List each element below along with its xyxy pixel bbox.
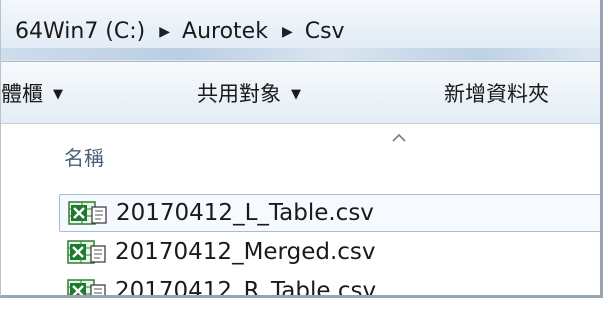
breadcrumb: 64Win7 (C:) ▶ Aurotek ▶ Csv	[15, 16, 351, 46]
share-with-button[interactable]: 共用對象 ▼	[197, 79, 301, 107]
breadcrumb-csv[interactable]: Csv	[305, 19, 351, 44]
file-name: 20170412_L_Table.csv	[116, 200, 374, 226]
excel-csv-icon	[68, 201, 107, 225]
address-bar[interactable]: 64Win7 (C:) ▶ Aurotek ▶ Csv	[1, 0, 600, 62]
new-folder-label: 新增資料夾	[444, 82, 549, 106]
breadcrumb-arrow-icon[interactable]: ▶	[159, 24, 170, 40]
file-name: 20170412_R_Table.csv	[115, 278, 377, 298]
explorer-window: 64Win7 (C:) ▶ Aurotek ▶ Csv 體櫃 ▼ 共用對象 ▼ …	[0, 0, 603, 298]
address-bar-divider	[1, 48, 600, 60]
command-toolbar: 體櫃 ▼ 共用對象 ▼ 新增資料夾	[1, 62, 600, 124]
sort-ascending-icon	[392, 134, 406, 142]
breadcrumb-drive[interactable]: 64Win7 (C:)	[15, 19, 151, 44]
column-header: 名稱	[1, 124, 600, 186]
share-with-label: 共用對象	[197, 82, 281, 106]
excel-csv-icon	[67, 279, 106, 295]
new-folder-button[interactable]: 新增資料夾	[444, 79, 549, 107]
column-name-header[interactable]: 名稱	[64, 142, 104, 171]
file-name: 20170412_Merged.csv	[115, 239, 376, 265]
chevron-down-icon: ▼	[291, 86, 301, 102]
organize-menu-button[interactable]: 體櫃 ▼	[1, 79, 63, 107]
excel-csv-icon	[67, 240, 106, 264]
file-row[interactable]: 20170412_L_Table.csv	[59, 194, 600, 232]
file-row[interactable]: 20170412_R_Table.csv	[59, 272, 600, 298]
breadcrumb-arrow-icon[interactable]: ▶	[282, 24, 293, 40]
file-row[interactable]: 20170412_Merged.csv	[59, 233, 600, 271]
organize-label: 體櫃	[1, 82, 43, 106]
chevron-down-icon: ▼	[53, 86, 63, 102]
breadcrumb-aurotek[interactable]: Aurotek	[182, 19, 274, 44]
